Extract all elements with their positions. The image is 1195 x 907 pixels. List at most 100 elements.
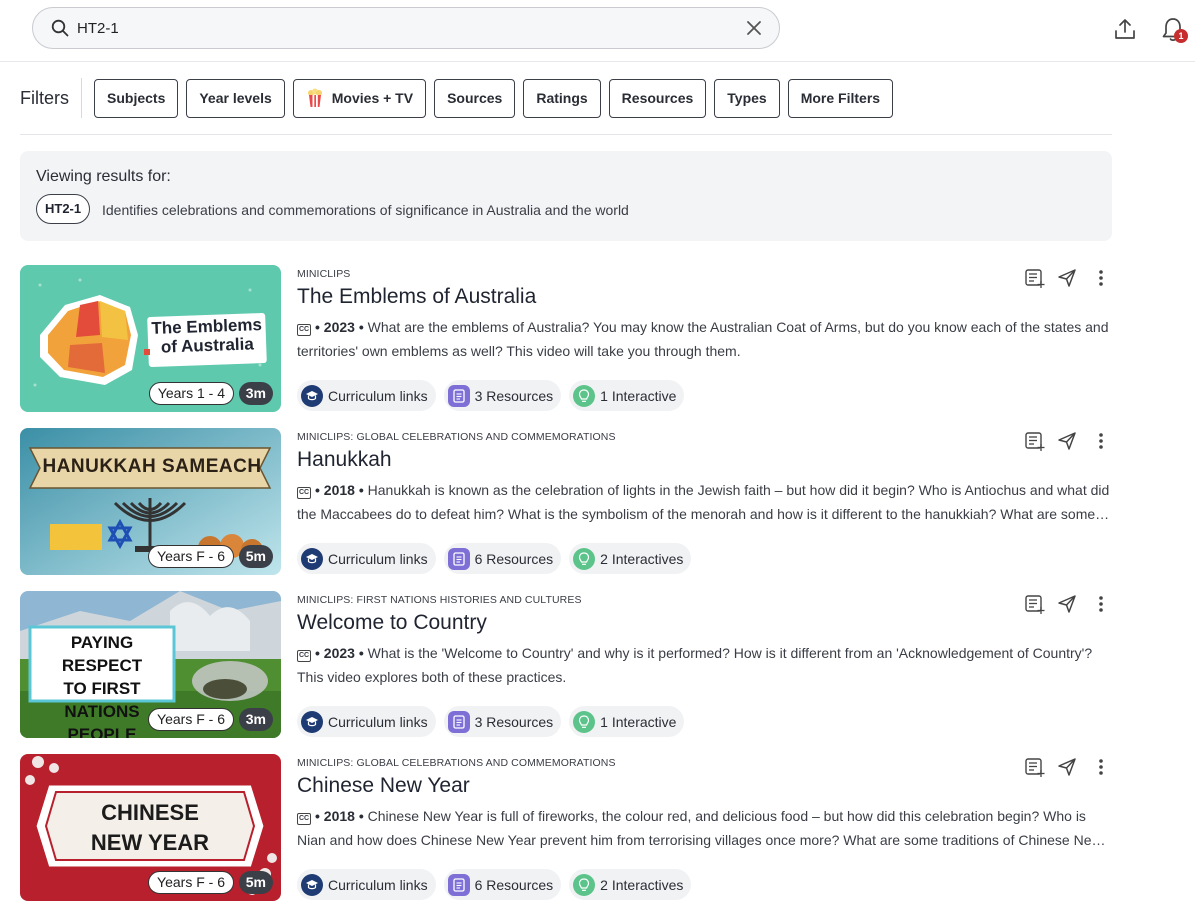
video-thumbnail[interactable]: CHINESE NEW YEAR Years F - 6 5m (20, 754, 281, 901)
filter-subjects-button[interactable]: Subjects (94, 78, 179, 118)
interactives-label: 2 Interactives (600, 876, 684, 893)
curriculum-links-label: Curriculum links (328, 876, 428, 893)
more-options-icon[interactable] (1090, 430, 1112, 452)
add-to-playlist-icon[interactable] (1024, 593, 1046, 615)
filter-movies-tv-button[interactable]: Movies + TV (292, 78, 427, 118)
result-title[interactable]: The Emblems of Australia (297, 285, 536, 309)
video-thumbnail[interactable]: PAYING RESPECT TO FIRST NATIONS PEOPLE Y… (20, 591, 281, 738)
lightbulb-icon (573, 710, 596, 733)
search-icon (51, 19, 69, 37)
curriculum-links-chip[interactable]: Curriculum links (297, 869, 436, 900)
year-levels-tag: Years F - 6 (148, 871, 234, 894)
search-input[interactable] (77, 16, 717, 40)
result-actions (1024, 756, 1114, 780)
result-description-text: What is the 'Welcome to Country' and why… (297, 645, 1093, 685)
lightbulb-icon (573, 384, 596, 407)
filter-more-filters-button[interactable]: More Filters (787, 78, 894, 118)
result-description-text: Chinese New Year is full of fireworks, t… (297, 808, 1102, 848)
resources-label: 3 Resources (474, 387, 554, 404)
filters-divider (20, 134, 1112, 135)
result-source[interactable]: MINICLIPS: GLOBAL CELEBRATIONS AND COMME… (297, 431, 616, 443)
result-title[interactable]: Welcome to Country (297, 611, 487, 635)
send-icon[interactable] (1056, 756, 1078, 778)
curriculum-links-chip[interactable]: Curriculum links (297, 380, 436, 411)
document-icon (447, 710, 470, 733)
interactives-label: 1 Interactive (600, 387, 677, 404)
curriculum-links-chip[interactable]: Curriculum links (297, 543, 436, 574)
filter-year-levels-label: Year levels (199, 90, 272, 106)
duration-tag: 5m (238, 545, 273, 568)
interactives-chip[interactable]: 1 Interactive (569, 706, 685, 737)
result-source[interactable]: MINICLIPS (297, 268, 350, 280)
resources-chip[interactable]: 3 Resources (443, 380, 562, 411)
send-icon[interactable] (1056, 267, 1078, 289)
interactives-chip[interactable]: 2 Interactives (569, 869, 692, 900)
year-levels-tag: Years F - 6 (148, 708, 234, 731)
filter-year-levels-button[interactable]: Year levels (186, 78, 285, 118)
result-source[interactable]: MINICLIPS: GLOBAL CELEBRATIONS AND COMME… (297, 757, 616, 769)
resources-chip[interactable]: 3 Resources (443, 706, 562, 737)
lightbulb-icon (573, 873, 596, 896)
curriculum-code-pill[interactable]: HT2-1 (36, 194, 91, 224)
upload-icon[interactable] (1113, 17, 1137, 41)
video-thumbnail[interactable]: The Emblems of Australia Years 1 - 4 3m (20, 265, 281, 412)
result-year: 2023 (323, 645, 355, 661)
result-card[interactable]: The Emblems of Australia Years 1 - 4 3m … (20, 265, 1112, 413)
interactives-chip[interactable]: 2 Interactives (569, 543, 692, 574)
result-card[interactable]: CHINESE NEW YEAR Years F - 6 5m MINICLIP… (20, 754, 1112, 902)
result-actions (1024, 593, 1114, 617)
result-year: 2018 (323, 482, 355, 498)
result-chips: Curriculum links 6 Resources 2 Interacti… (297, 869, 699, 901)
search-bar[interactable] (32, 7, 780, 49)
notifications-button[interactable]: 1 (1160, 16, 1188, 44)
more-options-icon[interactable] (1090, 593, 1112, 615)
viewing-results-title: Viewing results for: (36, 168, 171, 185)
result-card[interactable]: HANUKKAH SAMEACH Years F - 6 5m MINICLIP… (20, 428, 1112, 576)
graduation-cap-icon (301, 873, 323, 896)
resources-label: 6 Resources (474, 876, 554, 893)
filters-label: Filters (20, 78, 82, 118)
lightbulb-icon (573, 547, 596, 570)
closed-captions-icon: CC (297, 813, 311, 825)
more-options-icon[interactable] (1090, 267, 1112, 289)
filter-types-label: Types (727, 90, 767, 106)
clear-search-icon[interactable] (745, 19, 763, 37)
document-icon (447, 547, 470, 570)
add-to-playlist-icon[interactable] (1024, 756, 1046, 778)
filters-bar: Filters Subjects Year levels Movies + TV… (20, 78, 901, 118)
curriculum-code-description: Identifies celebrations and commemoratio… (102, 202, 629, 218)
result-title[interactable]: Hanukkah (297, 448, 392, 472)
thumbnail-text-line: NEW YEAR (90, 830, 210, 855)
result-description: CC • 2018 • Hanukkah is known as the cele… (297, 478, 1112, 526)
filter-sources-button[interactable]: Sources (434, 78, 516, 118)
curriculum-links-chip[interactable]: Curriculum links (297, 706, 436, 737)
interactives-label: 1 Interactive (600, 713, 677, 730)
year-levels-tag: Years 1 - 4 (148, 382, 234, 405)
interactives-chip[interactable]: 1 Interactive (569, 380, 685, 411)
thumbnail-text-line: CHINESE (101, 800, 199, 825)
more-options-icon[interactable] (1090, 756, 1112, 778)
filter-sources-label: Sources (447, 90, 503, 106)
filter-resources-label: Resources (621, 90, 694, 106)
filter-resources-button[interactable]: Resources (608, 78, 707, 118)
resources-chip[interactable]: 6 Resources (443, 869, 562, 900)
notification-count-badge: 1 (1174, 29, 1188, 43)
video-thumbnail[interactable]: HANUKKAH SAMEACH Years F - 6 5m (20, 428, 281, 575)
send-icon[interactable] (1056, 593, 1078, 615)
filter-types-button[interactable]: Types (714, 78, 780, 118)
filter-ratings-label: Ratings (536, 90, 588, 106)
result-title[interactable]: Chinese New Year (297, 774, 470, 798)
popcorn-icon (307, 88, 322, 107)
add-to-playlist-icon[interactable] (1024, 430, 1046, 452)
thumbnail-text-line: PAYING RESPECT (61, 633, 143, 675)
add-to-playlist-icon[interactable] (1024, 267, 1046, 289)
result-source[interactable]: MINICLIPS: FIRST NATIONS HISTORIES AND C… (297, 594, 582, 606)
result-card[interactable]: PAYING RESPECT TO FIRST NATIONS PEOPLE Y… (20, 591, 1112, 739)
top-bar: 1 (0, 0, 1195, 62)
resources-chip[interactable]: 6 Resources (443, 543, 562, 574)
filter-ratings-button[interactable]: Ratings (523, 78, 601, 118)
send-icon[interactable] (1056, 430, 1078, 452)
result-actions (1024, 267, 1114, 291)
result-chips: Curriculum links 3 Resources 1 Interacti… (297, 706, 692, 738)
result-chips: Curriculum links 6 Resources 2 Interacti… (297, 543, 699, 575)
